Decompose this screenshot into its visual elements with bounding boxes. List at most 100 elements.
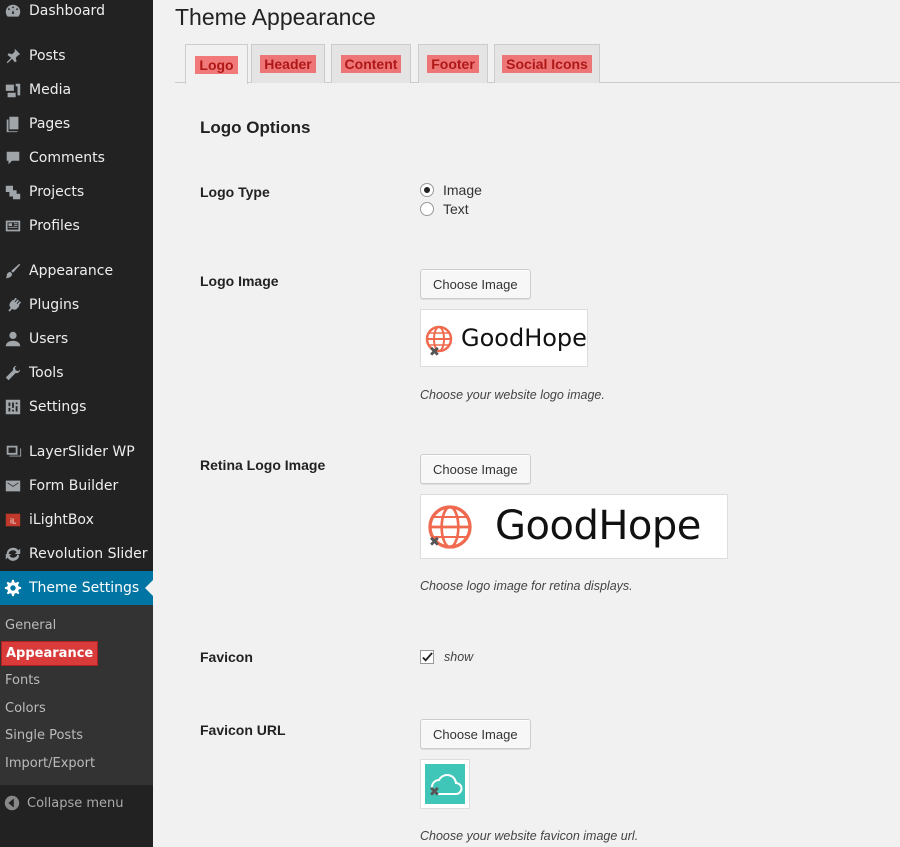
pin-icon: [2, 46, 24, 66]
menu-label: Users: [29, 331, 69, 347]
main-content: Theme Appearance Logo Header Content Foo…: [153, 0, 900, 847]
menu-label: iLightBox: [29, 512, 94, 528]
logo-image-preview: ✖ GoodHope: [420, 309, 588, 367]
plug-icon: [2, 295, 24, 315]
logo-brand-text: GoodHope: [461, 324, 587, 352]
radio-image[interactable]: [420, 183, 434, 197]
tab-label: Content: [340, 55, 402, 73]
remove-icon[interactable]: ✖: [429, 345, 440, 360]
submenu-label: Colors: [5, 701, 46, 716]
submenu-appearance[interactable]: Appearance: [0, 640, 153, 667]
favicon-url-description: Choose your website favicon image url.: [420, 829, 639, 843]
logo-type-image-option[interactable]: Image: [420, 182, 482, 198]
menu-media[interactable]: Media: [0, 73, 153, 107]
menu-settings[interactable]: Settings: [0, 390, 153, 424]
submenu-label: Appearance: [1, 641, 99, 666]
menu-label: Comments: [29, 150, 105, 166]
radio-text[interactable]: [420, 202, 434, 216]
favicon-preview: ✖: [420, 759, 470, 809]
checkmark-icon: [421, 651, 433, 662]
menu-plugins[interactable]: Plugins: [0, 288, 153, 322]
remove-icon[interactable]: ✖: [429, 535, 440, 550]
logo-image-description: Choose your website logo image.: [420, 388, 605, 402]
theme-settings-submenu: General Appearance Fonts Colors Single P…: [0, 605, 153, 785]
ilightbox-icon: iL: [2, 510, 24, 530]
tab-label: Footer: [427, 55, 479, 73]
retina-logo-label: Retina Logo Image: [200, 457, 326, 473]
logo-type-text-option[interactable]: Text: [420, 201, 469, 217]
remove-icon[interactable]: ✖: [429, 785, 440, 800]
favicon-url-label: Favicon URL: [200, 722, 286, 738]
comment-icon: [2, 148, 24, 168]
tab-label: Header: [260, 55, 316, 73]
logo-image-label: Logo Image: [200, 273, 279, 289]
submenu-general[interactable]: General: [0, 612, 153, 639]
menu-label: Plugins: [29, 297, 80, 313]
menu-label: Profiles: [29, 218, 80, 234]
submenu-label: Import/Export: [5, 756, 96, 771]
collapse-menu-button[interactable]: Collapse menu: [0, 790, 153, 816]
menu-label: Tools: [29, 365, 64, 381]
svg-text:iL: iL: [10, 517, 16, 526]
submenu-label: Single Posts: [5, 728, 84, 743]
retina-logo-description: Choose logo image for retina displays.: [420, 579, 633, 593]
settings-icon: [2, 397, 24, 417]
menu-label: Posts: [29, 48, 66, 64]
menu-ilightbox[interactable]: iL iLightBox: [0, 503, 153, 537]
retina-choose-image-button[interactable]: Choose Image: [420, 454, 531, 484]
tab-content[interactable]: Content: [331, 44, 411, 83]
favicon-show-option[interactable]: show: [420, 650, 473, 664]
menu-theme-settings[interactable]: Theme Settings: [0, 571, 153, 605]
submenu-single-posts[interactable]: Single Posts: [0, 722, 153, 749]
menu-label: LayerSlider WP: [29, 444, 135, 460]
menu-projects[interactable]: Projects: [0, 175, 153, 209]
menu-label: Form Builder: [29, 478, 119, 494]
tab-footer[interactable]: Footer: [418, 44, 488, 83]
menu-label: Revolution Slider: [29, 546, 148, 562]
tab-header[interactable]: Header: [251, 44, 325, 83]
menu-pages[interactable]: Pages: [0, 107, 153, 141]
logo-choose-image-button[interactable]: Choose Image: [420, 269, 531, 299]
mail-icon: [2, 476, 24, 496]
menu-label: Pages: [29, 116, 71, 132]
submenu-label: Fonts: [5, 673, 41, 688]
tab-label: Logo: [195, 55, 238, 74]
submenu-label: General: [5, 618, 57, 633]
pages-icon: [2, 114, 24, 134]
tab-logo[interactable]: Logo: [185, 44, 248, 84]
section-title: Logo Options: [200, 118, 311, 137]
tab-social-icons[interactable]: Social Icons: [494, 44, 600, 83]
gear-icon: [2, 578, 24, 598]
menu-label: Settings: [29, 399, 87, 415]
menu-comments[interactable]: Comments: [0, 141, 153, 175]
tab-label: Social Icons: [502, 55, 592, 73]
logo-type-label: Logo Type: [200, 184, 270, 200]
submenu-colors[interactable]: Colors: [0, 695, 153, 722]
menu-layerslider[interactable]: LayerSlider WP: [0, 435, 153, 469]
retina-brand-text: GoodHope: [495, 503, 701, 549]
retina-logo-preview: ✖ GoodHope: [420, 494, 728, 559]
submenu-fonts[interactable]: Fonts: [0, 667, 153, 694]
menu-dashboard[interactable]: Dashboard: [0, 0, 153, 28]
favicon-label: Favicon: [200, 649, 253, 665]
page-title: Theme Appearance: [175, 4, 376, 30]
submenu-import-export[interactable]: Import/Export: [0, 750, 153, 777]
refresh-icon: [2, 544, 24, 564]
admin-sidebar: Dashboard Posts Media Pages Comments Pro…: [0, 0, 153, 847]
layers-icon: [2, 442, 24, 462]
radio-label: Text: [443, 201, 469, 217]
menu-posts[interactable]: Posts: [0, 39, 153, 73]
menu-form-builder[interactable]: Form Builder: [0, 469, 153, 503]
menu-revolution-slider[interactable]: Revolution Slider: [0, 537, 153, 571]
wrench-icon: [2, 363, 24, 383]
menu-label: Projects: [29, 184, 85, 200]
menu-profiles[interactable]: Profiles: [0, 209, 153, 243]
menu-tools[interactable]: Tools: [0, 356, 153, 390]
menu-users[interactable]: Users: [0, 322, 153, 356]
menu-label: Theme Settings: [29, 580, 140, 596]
menu-appearance[interactable]: Appearance: [0, 254, 153, 288]
favicon-choose-image-button[interactable]: Choose Image: [420, 719, 531, 749]
menu-label: Dashboard: [29, 3, 105, 19]
projects-icon: [2, 182, 24, 202]
favicon-checkbox[interactable]: [420, 650, 434, 664]
